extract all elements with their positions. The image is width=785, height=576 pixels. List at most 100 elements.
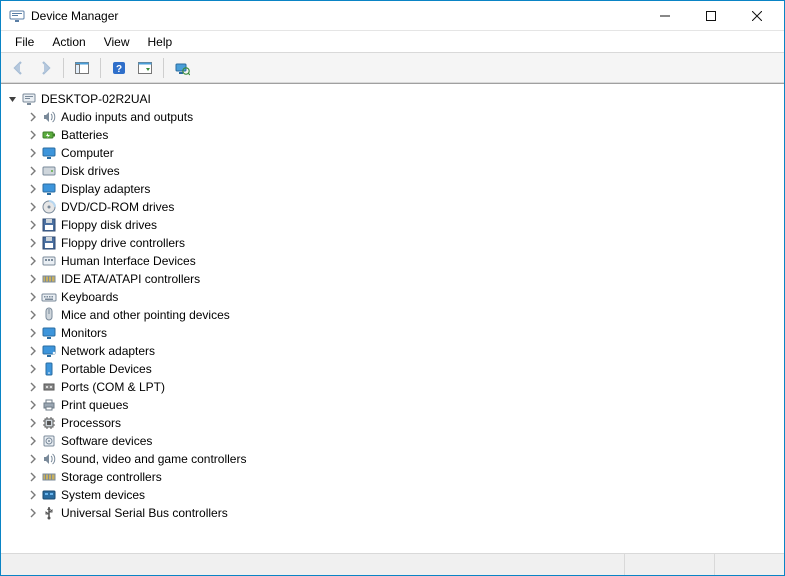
tree-category-label: Ports (COM & LPT): [59, 380, 167, 394]
tree-category-node[interactable]: Ports (COM & LPT): [25, 378, 780, 396]
menu-view[interactable]: View: [96, 33, 138, 51]
tree-category-node[interactable]: Print queues: [25, 396, 780, 414]
back-button[interactable]: [7, 56, 31, 80]
tree-category-node[interactable]: Audio inputs and outputs: [25, 108, 780, 126]
tree-category-node[interactable]: Human Interface Devices: [25, 252, 780, 270]
tree-category-label: Sound, video and game controllers: [59, 452, 248, 466]
expand-icon[interactable]: [27, 309, 39, 321]
tree-category-node[interactable]: Batteries: [25, 126, 780, 144]
expand-icon[interactable]: [27, 183, 39, 195]
menu-help[interactable]: Help: [140, 33, 181, 51]
tree-category-node[interactable]: Storage controllers: [25, 468, 780, 486]
tree-category-node[interactable]: Network adapters: [25, 342, 780, 360]
speaker-icon: [41, 451, 57, 467]
help-button[interactable]: ?: [107, 56, 131, 80]
software-icon: [41, 433, 57, 449]
menu-file[interactable]: File: [7, 33, 42, 51]
expand-icon[interactable]: [27, 417, 39, 429]
tree-category-node[interactable]: Processors: [25, 414, 780, 432]
expand-icon[interactable]: [27, 201, 39, 213]
expand-icon[interactable]: [27, 363, 39, 375]
floppy-icon: [41, 235, 57, 251]
tree-category-node[interactable]: Portable Devices: [25, 360, 780, 378]
expand-icon[interactable]: [27, 489, 39, 501]
expand-icon[interactable]: [27, 327, 39, 339]
window-title: Device Manager: [31, 9, 118, 23]
expand-icon[interactable]: [27, 435, 39, 447]
expand-icon[interactable]: [27, 147, 39, 159]
expand-icon[interactable]: [27, 129, 39, 141]
optical-icon: [41, 199, 57, 215]
tree-category-node[interactable]: Floppy drive controllers: [25, 234, 780, 252]
show-hide-tree-button[interactable]: [70, 56, 94, 80]
scan-hardware-button[interactable]: [170, 56, 194, 80]
tree-root-node[interactable]: DESKTOP-02R2UAI: [5, 90, 780, 108]
battery-icon: [41, 127, 57, 143]
tree-category-label: Disk drives: [59, 164, 122, 178]
expand-icon[interactable]: [27, 291, 39, 303]
keyboard-icon: [41, 289, 57, 305]
toolbar-separator: [100, 58, 101, 78]
close-button[interactable]: [734, 1, 780, 31]
tree-category-label: Audio inputs and outputs: [59, 110, 195, 124]
tree-category-label: Network adapters: [59, 344, 157, 358]
tree-category-node[interactable]: IDE ATA/ATAPI controllers: [25, 270, 780, 288]
tree-category-node[interactable]: Monitors: [25, 324, 780, 342]
monitor-icon: [41, 181, 57, 197]
tree-category-label: Storage controllers: [59, 470, 164, 484]
tree-category-node[interactable]: DVD/CD-ROM drives: [25, 198, 780, 216]
action-button[interactable]: [133, 56, 157, 80]
monitor-icon: [41, 325, 57, 341]
window-controls: [642, 1, 780, 31]
device-tree: DESKTOP-02R2UAI Audio inputs and outputs…: [5, 90, 780, 522]
maximize-button[interactable]: [688, 1, 734, 31]
forward-button[interactable]: [33, 56, 57, 80]
tree-category-node[interactable]: System devices: [25, 486, 780, 504]
tree-category-node[interactable]: Computer: [25, 144, 780, 162]
disk-icon: [41, 163, 57, 179]
expand-icon[interactable]: [27, 165, 39, 177]
tree-category-label: Software devices: [59, 434, 154, 448]
tree-root-label: DESKTOP-02R2UAI: [39, 92, 153, 106]
tree-category-label: IDE ATA/ATAPI controllers: [59, 272, 202, 286]
tree-category-label: Display adapters: [59, 182, 152, 196]
app-icon: [9, 8, 25, 24]
expand-icon[interactable]: [27, 507, 39, 519]
tree-category-node[interactable]: Software devices: [25, 432, 780, 450]
controller-icon: [41, 469, 57, 485]
network-icon: [41, 343, 57, 359]
tree-category-node[interactable]: Disk drives: [25, 162, 780, 180]
expand-icon[interactable]: [27, 111, 39, 123]
mouse-icon: [41, 307, 57, 323]
title-bar: Device Manager: [1, 1, 784, 31]
minimize-button[interactable]: [642, 1, 688, 31]
expand-icon[interactable]: [27, 381, 39, 393]
expand-icon[interactable]: [27, 453, 39, 465]
speaker-icon: [41, 109, 57, 125]
tree-category-node[interactable]: Sound, video and game controllers: [25, 450, 780, 468]
status-bar: [1, 553, 784, 575]
tree-category-node[interactable]: Keyboards: [25, 288, 780, 306]
tree-category-label: Monitors: [59, 326, 109, 340]
device-tree-pane[interactable]: DESKTOP-02R2UAI Audio inputs and outputs…: [1, 83, 784, 553]
tree-category-node[interactable]: Universal Serial Bus controllers: [25, 504, 780, 522]
tree-category-label: Floppy drive controllers: [59, 236, 187, 250]
hid-icon: [41, 253, 57, 269]
expand-icon[interactable]: [27, 255, 39, 267]
tree-category-node[interactable]: Mice and other pointing devices: [25, 306, 780, 324]
menu-bar: File Action View Help: [1, 31, 784, 53]
tree-category-node[interactable]: Display adapters: [25, 180, 780, 198]
tree-category-node[interactable]: Floppy disk drives: [25, 216, 780, 234]
tree-category-label: Processors: [59, 416, 123, 430]
toolbar-separator: [63, 58, 64, 78]
expand-icon[interactable]: [27, 273, 39, 285]
expand-icon[interactable]: [27, 471, 39, 483]
tree-category-label: Keyboards: [59, 290, 120, 304]
toolbar: ?: [1, 53, 784, 83]
expand-icon[interactable]: [27, 345, 39, 357]
expand-icon[interactable]: [27, 237, 39, 249]
menu-action[interactable]: Action: [44, 33, 93, 51]
expand-icon[interactable]: [27, 219, 39, 231]
expand-icon[interactable]: [27, 399, 39, 411]
collapse-icon[interactable]: [7, 93, 19, 105]
